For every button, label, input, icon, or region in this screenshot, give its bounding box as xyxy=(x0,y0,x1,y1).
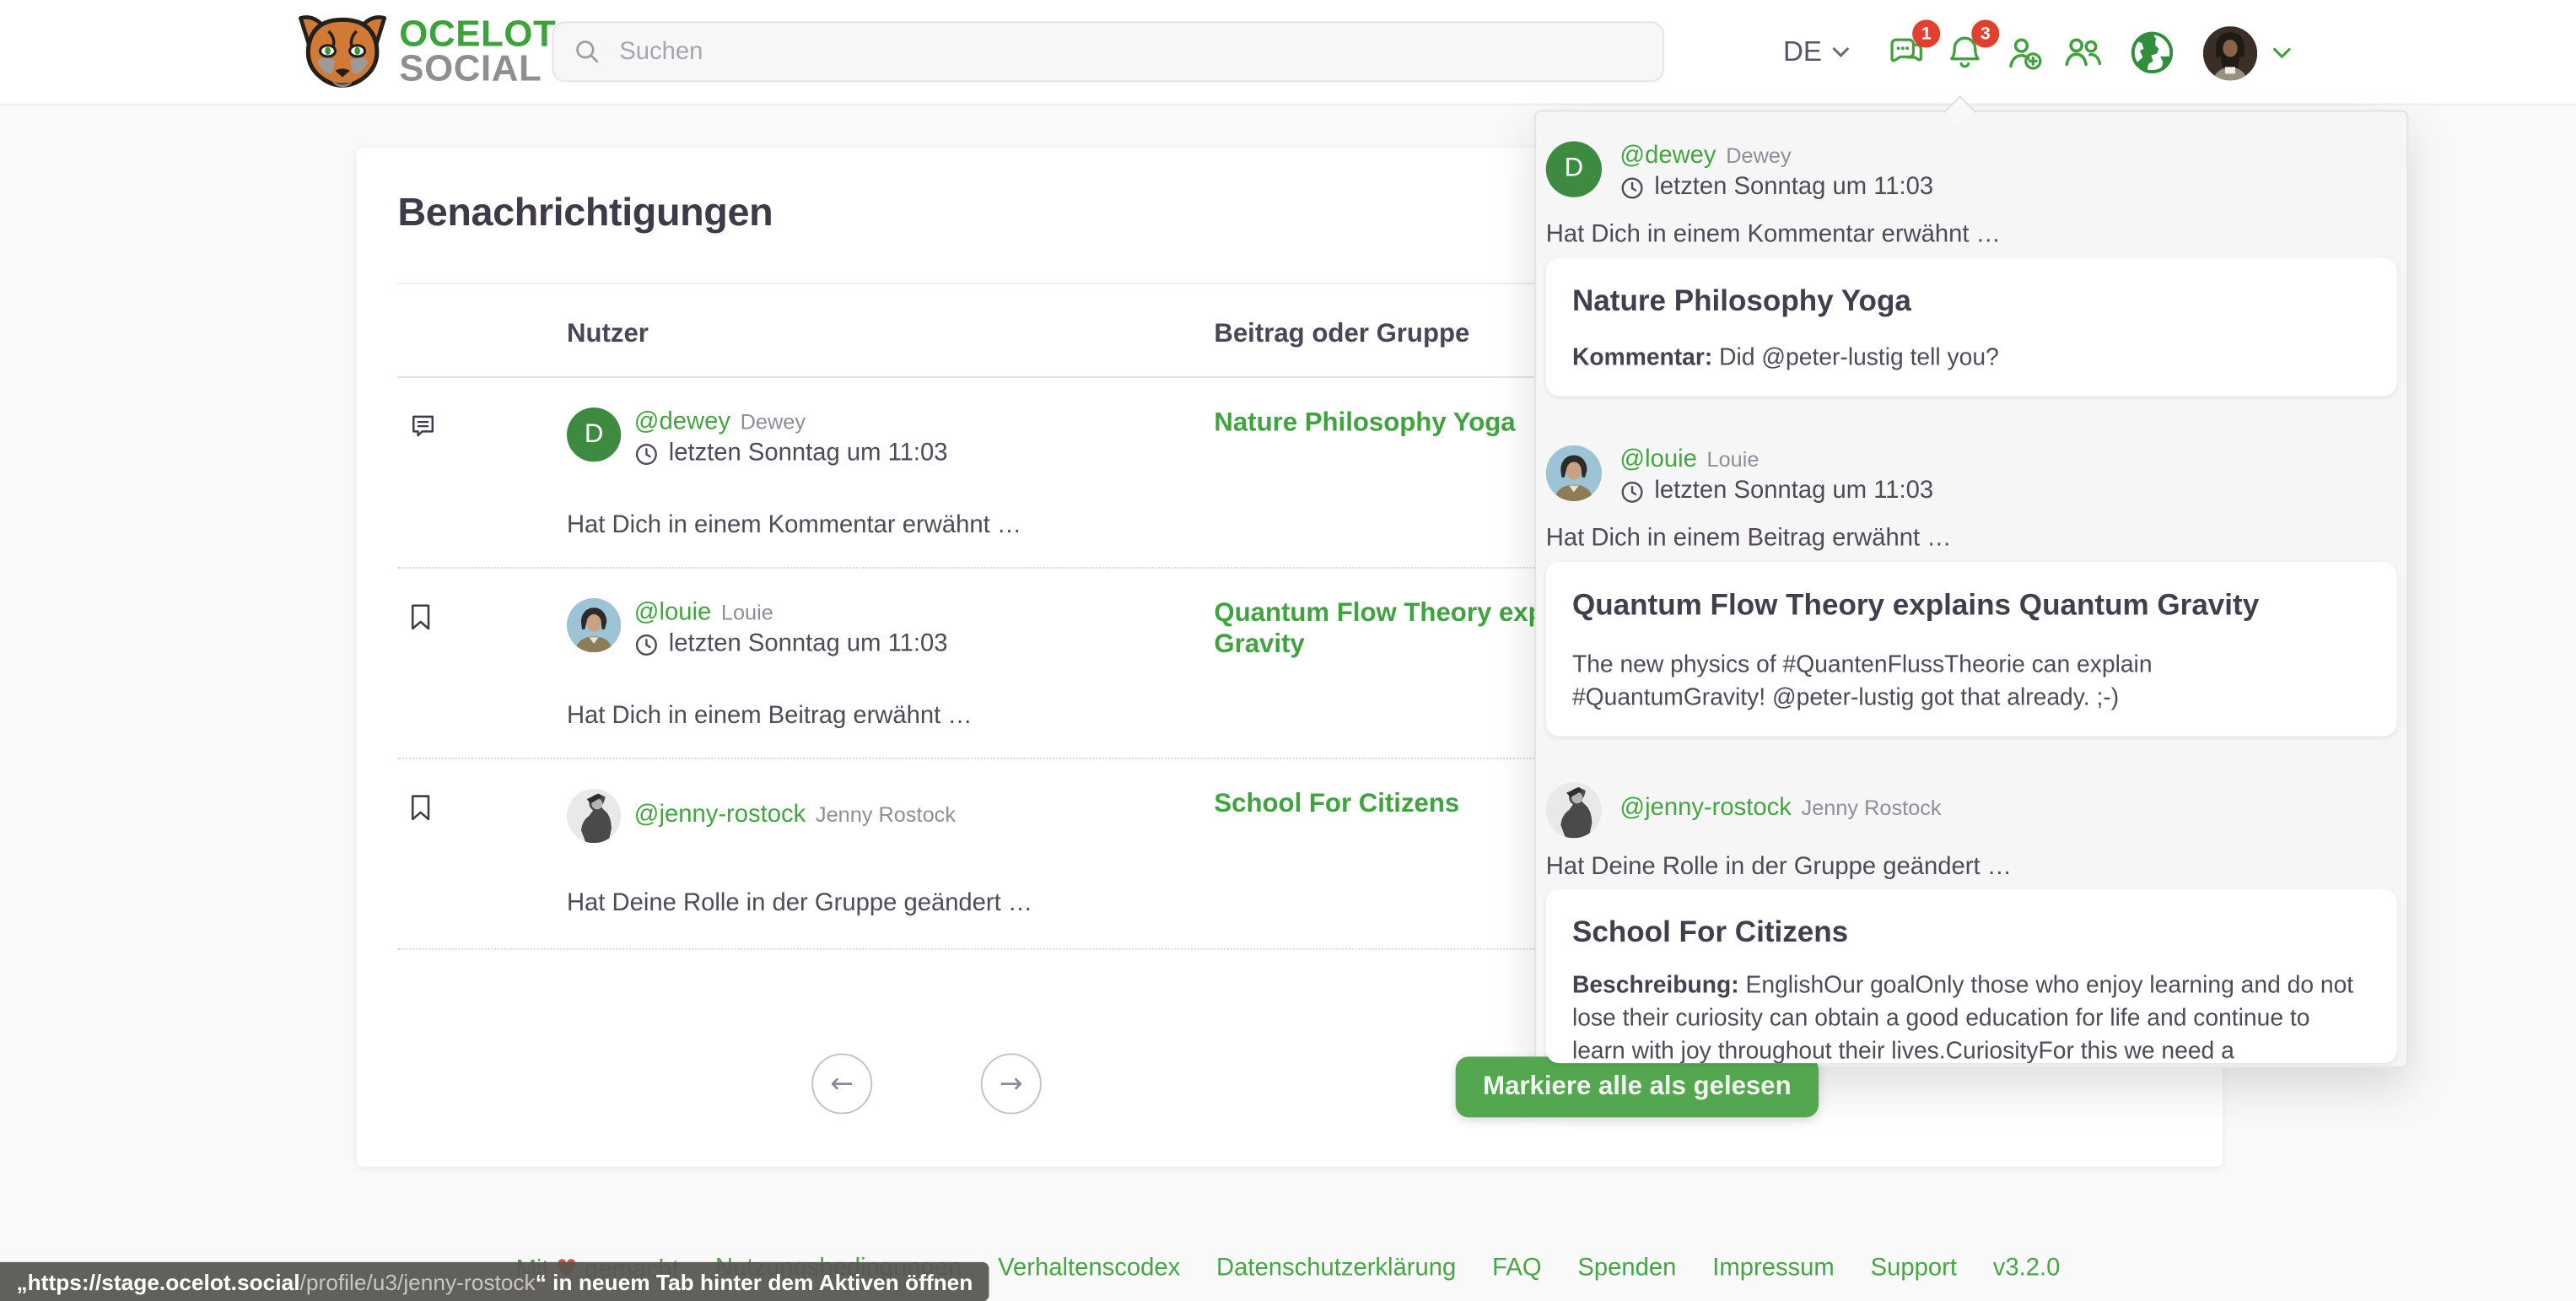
messages-badge: 1 xyxy=(1912,19,1940,47)
app-screen: OCELOT SOCIAL DE xyxy=(0,0,2576,1301)
user-handle-link[interactable]: @jenny-rostock xyxy=(1619,794,1791,822)
user-name: Louie xyxy=(1707,445,1760,473)
notification-card[interactable]: Nature Philosophy Yoga Kommentar: Did @p… xyxy=(1546,258,2397,397)
avatar[interactable] xyxy=(1546,782,1602,838)
ocelot-logo-icon xyxy=(296,12,390,90)
arrow-right-icon: → xyxy=(1000,1067,1023,1100)
comment-icon xyxy=(409,408,567,567)
app-header: OCELOT SOCIAL DE xyxy=(0,0,2576,105)
globe-icon xyxy=(2129,30,2175,76)
notification-message: Hat Dich in einem Kommentar erwähnt … xyxy=(567,511,1214,539)
prev-page-button[interactable]: ← xyxy=(811,1053,872,1114)
chevron-down-icon xyxy=(1832,46,1850,60)
card-title: Nature Philosophy Yoga xyxy=(1572,286,2371,317)
user-name: Jenny Rostock xyxy=(1802,794,1942,822)
mark-all-read-button[interactable]: Markiere alle als gelesen xyxy=(1456,1056,1819,1117)
search-input[interactable] xyxy=(616,36,1642,67)
notifications-button[interactable]: 3 xyxy=(1940,28,1989,77)
avatar[interactable]: D xyxy=(567,408,621,462)
user-handle-link[interactable]: @jenny-rostock xyxy=(634,801,806,829)
timestamp: letzten Sonntag um 11:03 xyxy=(1654,478,1933,505)
clock-icon xyxy=(634,632,659,656)
user-name: Louie xyxy=(721,598,773,626)
notification-message: Hat Deine Rolle in der Gruppe geändert … xyxy=(1546,853,2397,881)
search-icon xyxy=(574,38,601,66)
page-title: Benachrichtigungen xyxy=(397,191,773,237)
notification-card[interactable]: School For Citizens Beschreibung: Englis… xyxy=(1546,889,2397,1063)
arrow-left-icon: ← xyxy=(830,1067,854,1100)
language-selector[interactable]: DE xyxy=(1783,36,1850,69)
user-handle-link[interactable]: @dewey xyxy=(634,408,730,435)
footer-link-support[interactable]: Support xyxy=(1871,1254,1957,1283)
footer-version-label[interactable]: v3.2.0 xyxy=(1993,1254,2061,1283)
notification-message: Hat Deine Rolle in der Gruppe geändert … xyxy=(567,889,1214,917)
user-name: Dewey xyxy=(741,408,806,435)
clock-icon xyxy=(1619,479,1644,504)
clock-icon xyxy=(1619,175,1644,199)
footer-link-imprint[interactable]: Impressum xyxy=(1712,1254,1834,1283)
avatar[interactable] xyxy=(567,789,621,843)
next-page-button[interactable]: → xyxy=(981,1053,1042,1114)
notification-card[interactable]: Quantum Flow Theory explains Quantum Gra… xyxy=(1546,562,2397,736)
profile-avatar[interactable] xyxy=(2203,25,2257,79)
language-label: DE xyxy=(1783,36,1822,69)
notification-message: Hat Dich in einem Beitrag erwähnt … xyxy=(567,702,1214,730)
card-title: School For Citizens xyxy=(1572,917,2371,948)
notification-message: Hat Dich in einem Kommentar erwähnt … xyxy=(1546,220,2397,248)
group-link[interactable]: School For Citizens xyxy=(1214,789,1459,820)
user-name: Jenny Rostock xyxy=(816,801,956,829)
dropdown-notification-item[interactable]: D @dewey Dewey letzten Sonntag um 11:03 … xyxy=(1546,111,2397,396)
card-label: Kommentar: xyxy=(1572,345,1712,371)
logo-text: OCELOT SOCIAL xyxy=(399,16,556,85)
user-name: Dewey xyxy=(1726,142,1791,170)
user-handle-link[interactable]: @louie xyxy=(1619,445,1696,473)
person-add-icon xyxy=(2003,32,2045,73)
card-body: The new physics of #QuantenFlussTheorie … xyxy=(1572,649,2233,715)
search-bar xyxy=(552,21,1664,82)
footer-link-faq[interactable]: FAQ xyxy=(1492,1254,1541,1283)
notification-message: Hat Dich in einem Beitrag erwähnt … xyxy=(1546,524,2397,552)
avatar[interactable] xyxy=(567,598,621,652)
timestamp: letzten Sonntag um 11:03 xyxy=(669,440,948,467)
bookmark-icon xyxy=(409,598,567,758)
footer-link-donate[interactable]: Spenden xyxy=(1577,1254,1676,1283)
footer-link-privacy[interactable]: Datenschutzerklärung xyxy=(1216,1254,1456,1283)
avatar[interactable] xyxy=(1546,445,1602,501)
card-label: Beschreibung: xyxy=(1572,973,1739,999)
link-status-tooltip: „https://stage.ocelot.social/profile/u3/… xyxy=(0,1262,989,1301)
groups-button[interactable] xyxy=(2058,28,2107,77)
timestamp: letzten Sonntag um 11:03 xyxy=(1654,174,1933,200)
bookmark-icon xyxy=(409,789,567,948)
clock-icon xyxy=(634,441,659,466)
card-body: Did @peter-lustig tell you? xyxy=(1719,345,1999,371)
follow-requests-button[interactable] xyxy=(1999,28,2048,77)
card-title: Quantum Flow Theory explains Quantum Gra… xyxy=(1572,590,2371,621)
user-handle-link[interactable]: @dewey xyxy=(1619,142,1716,170)
people-icon xyxy=(2061,31,2104,74)
logo[interactable]: OCELOT SOCIAL xyxy=(296,12,557,90)
notifications-badge: 3 xyxy=(1971,19,1999,47)
map-button[interactable] xyxy=(2127,28,2176,77)
messages-button[interactable]: 1 xyxy=(1881,28,1930,77)
footer-link-code-of-conduct[interactable]: Verhaltenscodex xyxy=(998,1254,1180,1283)
post-link[interactable]: Nature Philosophy Yoga xyxy=(1214,408,1515,439)
dropdown-notification-item[interactable]: @jenny-rostock Jenny Rostock Hat Deine R… xyxy=(1546,737,2397,1064)
notifications-dropdown: D @dewey Dewey letzten Sonntag um 11:03 … xyxy=(1534,110,2408,1068)
pagination: ← → xyxy=(811,1053,1042,1114)
column-header-user: Nutzer xyxy=(567,321,1214,376)
timestamp: letzten Sonntag um 11:03 xyxy=(669,631,948,657)
avatar[interactable]: D xyxy=(1546,142,1602,197)
dropdown-notification-item[interactable]: @louie Louie letzten Sonntag um 11:03 Ha… xyxy=(1546,396,2397,736)
user-handle-link[interactable]: @louie xyxy=(634,598,711,626)
profile-menu-chevron-icon[interactable] xyxy=(2272,46,2292,61)
header-actions: DE 1 xyxy=(1783,0,2292,105)
